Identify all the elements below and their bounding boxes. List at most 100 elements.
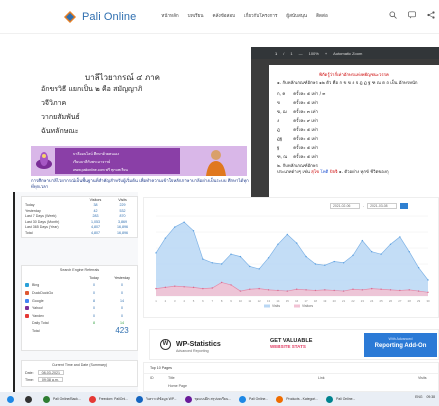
data-point[interactable] — [202, 287, 204, 290]
data-point[interactable] — [305, 289, 307, 291]
data-point[interactable] — [427, 279, 429, 281]
row-value[interactable]: 0 — [108, 291, 136, 295]
language-indicator[interactable]: ENG — [415, 395, 422, 399]
data-point[interactable] — [295, 288, 298, 290]
date-to-input[interactable]: 2021-03-08 — [367, 203, 398, 209]
nav-item-contact[interactable]: ติดต่อ — [316, 13, 328, 20]
taskbar-item[interactable]: Pali Online/Back... — [40, 394, 84, 404]
nav-item-exams[interactable]: คลังข้อสอบ — [213, 13, 236, 20]
data-point[interactable] — [192, 230, 195, 232]
data-point[interactable] — [399, 236, 401, 238]
nav-item-about[interactable]: เกี่ยวกับโครงการ — [244, 13, 277, 20]
data-point[interactable] — [164, 237, 167, 239]
filter-button[interactable] — [400, 203, 409, 209]
nav-item-sponsors[interactable]: ผู้สนับสนุน — [286, 13, 307, 20]
data-point[interactable] — [389, 289, 392, 291]
data-point[interactable] — [352, 254, 354, 257]
data-point[interactable] — [267, 289, 270, 291]
data-point[interactable] — [155, 287, 157, 290]
data-point[interactable] — [417, 266, 420, 269]
clock[interactable]: 09:38 — [427, 395, 436, 399]
data-point[interactable] — [324, 264, 326, 266]
data-point[interactable] — [267, 257, 270, 259]
data-point[interactable] — [183, 221, 185, 223]
data-point[interactable] — [211, 262, 213, 264]
row-title[interactable]: Home Page — [168, 384, 318, 388]
legend-label[interactable]: Visitors — [302, 304, 313, 308]
data-point[interactable] — [352, 288, 354, 290]
data-point[interactable] — [192, 286, 195, 289]
row-value[interactable]: 0 — [80, 314, 108, 318]
data-point[interactable] — [314, 263, 317, 265]
data-point[interactable] — [202, 258, 204, 260]
data-point[interactable] — [371, 287, 373, 290]
data-point[interactable] — [389, 243, 392, 246]
table-row[interactable]: Home Page — [144, 382, 438, 390]
row-value[interactable]: 0 — [80, 291, 108, 295]
data-point[interactable] — [249, 288, 251, 290]
data-point[interactable] — [333, 260, 335, 263]
data-point[interactable] — [220, 281, 223, 284]
data-point[interactable] — [342, 262, 345, 264]
taskbar-item[interactable]: Products - Kategori... — [273, 394, 321, 404]
share-icon[interactable] — [427, 11, 435, 19]
data-point[interactable] — [361, 239, 364, 242]
data-point[interactable] — [239, 290, 242, 292]
data-point[interactable] — [174, 226, 176, 228]
data-point[interactable] — [277, 243, 279, 246]
legend-label[interactable]: Visits — [272, 304, 280, 308]
row-value[interactable]: 0 — [80, 283, 108, 287]
data-point[interactable] — [417, 290, 420, 292]
data-point[interactable] — [305, 255, 307, 258]
taskbar-item[interactable]: วิเคราะห์ข้อมูล WP... — [133, 394, 180, 404]
pdf-page-input[interactable]: 1 — [275, 51, 277, 56]
taskbar-item[interactable]: ชุดแบบฝึก สรุปบทเรียน... — [182, 394, 235, 404]
data-point[interactable] — [361, 289, 364, 291]
data-point[interactable] — [408, 289, 410, 291]
course-banner[interactable]: บาลีออนไลน์ ศึกษาด้วยตนเอง เรียนบาลีกับพ… — [31, 146, 247, 176]
row-value[interactable]: 0 — [108, 283, 136, 287]
wp-statistics-ad[interactable]: W WP-Statistics Advanced Reporting GET V… — [149, 329, 439, 360]
data-point[interactable] — [380, 288, 382, 290]
data-point[interactable] — [239, 255, 242, 258]
row-value[interactable]: 0 — [108, 314, 136, 318]
data-point[interactable] — [333, 289, 335, 292]
ad-cta-button[interactable]: With Advanced Reporting Add-On — [364, 333, 437, 357]
data-point[interactable] — [258, 287, 260, 290]
data-point[interactable] — [286, 290, 289, 292]
row-value[interactable]: 0 — [108, 306, 136, 310]
data-point[interactable] — [174, 285, 176, 287]
row-value[interactable]: 8 — [80, 299, 108, 303]
data-point[interactable] — [220, 263, 223, 265]
data-point[interactable] — [183, 286, 185, 288]
data-point[interactable] — [258, 268, 260, 270]
taskbar-item[interactable]: Pali Online... — [236, 394, 271, 404]
row-value[interactable]: 0 — [80, 306, 108, 310]
data-point[interactable] — [286, 233, 289, 236]
data-point[interactable] — [164, 286, 167, 289]
date-from-input[interactable]: 2021-02-06 — [330, 203, 360, 209]
nav-item-lessons[interactable]: บทเรียน — [188, 13, 204, 20]
data-point[interactable] — [324, 289, 326, 291]
data-point[interactable] — [249, 265, 251, 268]
data-point[interactable] — [314, 289, 317, 292]
taskbar-item[interactable] — [4, 394, 20, 404]
data-point[interactable] — [230, 253, 232, 255]
nav-item-home[interactable]: หน้าหลัก — [161, 13, 178, 20]
zoom-in-button[interactable]: + — [325, 51, 327, 56]
data-point[interactable] — [408, 250, 410, 253]
taskbar-item[interactable] — [22, 394, 38, 404]
data-point[interactable] — [380, 253, 382, 255]
data-point[interactable] — [277, 289, 279, 292]
taskbar-item[interactable]: Freedom: PaliOnl... — [86, 394, 131, 404]
legend-swatch[interactable] — [264, 304, 270, 308]
data-point[interactable] — [155, 252, 157, 254]
zoom-select[interactable]: Automatic Zoom — [333, 51, 362, 56]
chat-icon[interactable] — [408, 11, 416, 19]
data-point[interactable] — [295, 242, 298, 244]
data-point[interactable] — [342, 290, 345, 292]
data-point[interactable] — [230, 284, 232, 286]
data-point[interactable] — [399, 289, 401, 292]
taskbar-item[interactable]: Pali Online... — [323, 394, 358, 404]
data-point[interactable] — [371, 250, 373, 253]
